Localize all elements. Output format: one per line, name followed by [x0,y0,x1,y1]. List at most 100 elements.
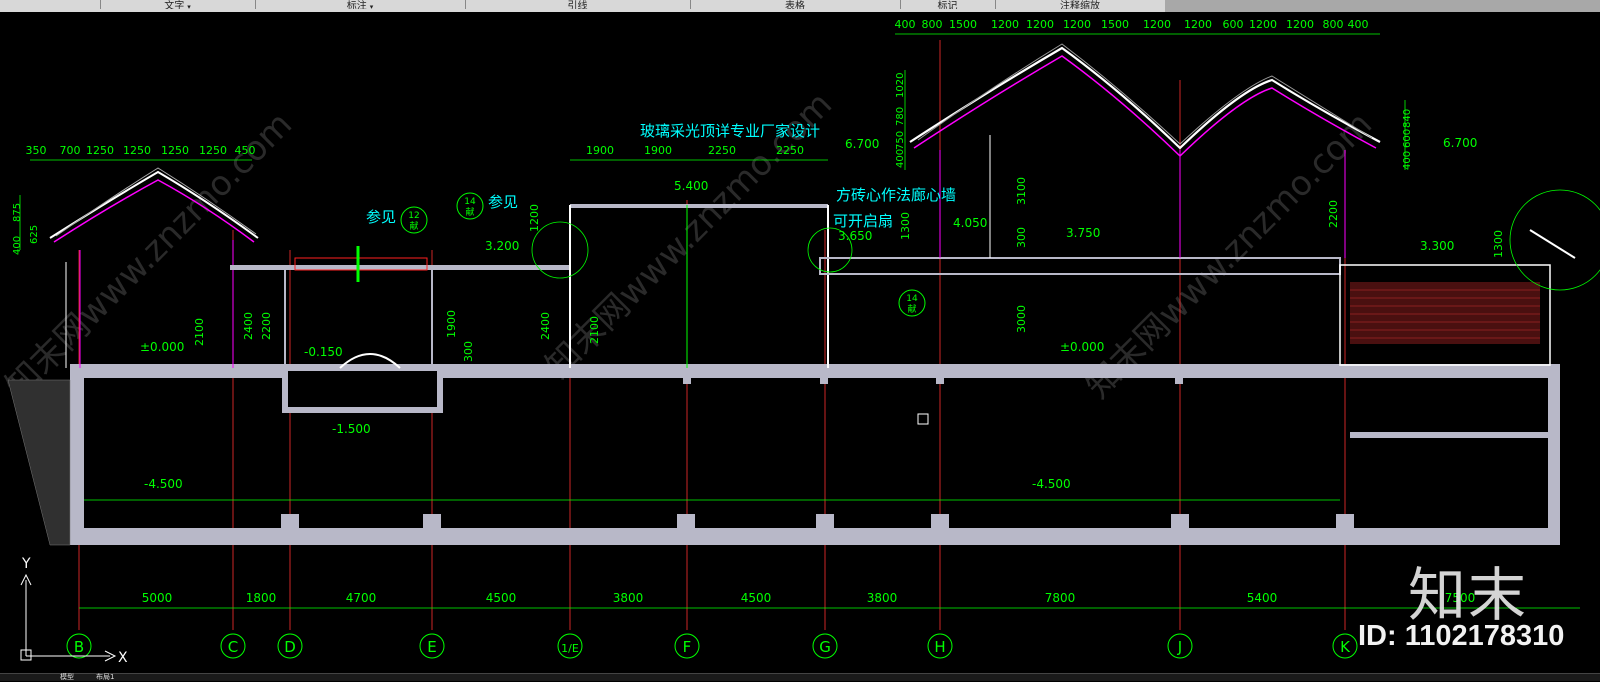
svg-text:14: 14 [464,197,476,207]
svg-text:1200: 1200 [1063,18,1091,31]
svg-text:2400: 2400 [242,312,255,340]
svg-text:700: 700 [60,144,81,157]
svg-text:780: 780 [895,107,906,126]
svg-text:3000: 3000 [1015,305,1028,333]
svg-text:可开启扇: 可开启扇 [833,212,893,230]
grid-bubbles [66,633,1358,659]
detail-circle-right [1509,189,1600,291]
svg-text:参见: 参见 [366,208,396,226]
svg-text:1200: 1200 [1286,18,1314,31]
ribbon-tab-annotation-scale[interactable]: 注释缩放 [995,0,1166,9]
svg-text:400: 400 [1402,151,1413,170]
svg-text:±0.000: ±0.000 [140,340,184,354]
svg-text:B: B [74,638,84,656]
layout-tabs-bar: 模型 布局1 [0,673,1600,681]
svg-text:400: 400 [12,236,23,255]
svg-text:1300: 1300 [899,212,912,240]
drawing-canvas[interactable]: 知末网www.znzmo.com 知末网www.znzmo.com 知末网www… [0,12,1600,674]
ribbon-tab-table[interactable]: 表格 [690,0,901,9]
svg-text:3800: 3800 [867,591,898,605]
svg-text:1020: 1020 [895,73,906,98]
svg-text:300: 300 [1015,227,1028,248]
bottom-dims: 5000 1800 4700 4500 3800 4500 3800 7800 … [142,591,1476,605]
svg-text:400: 400 [1348,18,1369,31]
svg-text:7800: 7800 [1045,591,1076,605]
svg-text:E: E [427,638,436,656]
svg-text:800: 800 [1323,18,1344,31]
svg-text:知末网www.znzmo.com: 知末网www.znzmo.com [1078,104,1380,406]
svg-text:C: C [228,638,238,656]
left-vert-dims: 400 875 625 [12,203,40,255]
svg-text:3100: 3100 [1015,177,1028,205]
basement [70,364,1560,545]
svg-text:1200: 1200 [991,18,1019,31]
svg-text:2250: 2250 [776,144,804,157]
svg-text:2250: 2250 [708,144,736,157]
svg-text:1250: 1250 [199,144,227,157]
ribbon-blank [0,0,101,9]
svg-text:1200: 1200 [1143,18,1171,31]
svg-text:840: 840 [1402,109,1413,128]
svg-text:5000: 5000 [142,591,173,605]
svg-text:750: 750 [895,131,906,150]
svg-text:600: 600 [1402,129,1413,148]
watermark-id: ID: 1102178310 [1358,620,1565,652]
svg-text:献: 献 [465,206,474,218]
svg-text:14: 14 [906,294,918,304]
top-dims-right: 400 800 1500 1200 1200 1200 1500 1200 12… [895,18,1369,31]
svg-text:-4.500: -4.500 [144,477,183,491]
svg-text:Y: Y [21,556,31,572]
svg-text:2100: 2100 [588,316,601,344]
svg-text:J: J [1177,638,1182,656]
soil-hatch [7,379,71,546]
svg-text:X: X [118,650,128,666]
svg-text:1800: 1800 [246,591,277,605]
svg-text:1200: 1200 [1026,18,1054,31]
svg-text:800: 800 [922,18,943,31]
right-canopy [1529,229,1576,259]
svg-text:3.200: 3.200 [485,239,519,253]
svg-text:3.650: 3.650 [838,229,872,243]
cursor-pickbox [917,413,929,425]
section-drawing: 知末网www.znzmo.com 知末网www.znzmo.com 知末网www… [0,18,1600,666]
ribbon-empty-area [1165,0,1600,12]
svg-text:400: 400 [895,18,916,31]
ribbon-tab-dimension[interactable]: 标注 ▾ [255,0,466,9]
svg-text:1200: 1200 [1184,18,1212,31]
ucs-icon [20,573,117,662]
svg-text:方砖心作法廊心墙: 方砖心作法廊心墙 [836,186,956,204]
grid-labels: B C D E 1/E F G H J K [74,638,1351,656]
svg-text:6.700: 6.700 [845,137,879,151]
svg-text:1900: 1900 [445,310,458,338]
svg-text:1/E: 1/E [561,642,579,655]
svg-text:1900: 1900 [586,144,614,157]
ribbon-tab-text[interactable]: 文字 ▾ [100,0,256,9]
svg-text:3.300: 3.300 [1420,239,1454,253]
ribbon-tab-leader[interactable]: 引线 [465,0,691,9]
svg-text:-0.150: -0.150 [304,345,343,359]
svg-text:1500: 1500 [1101,18,1129,31]
svg-text:1250: 1250 [123,144,151,157]
svg-text:玻璃采光顶详专业厂家设计: 玻璃采光顶详专业厂家设计 [640,122,820,140]
svg-text:1900: 1900 [644,144,672,157]
svg-text:±0.000: ±0.000 [1060,340,1104,354]
svg-text:献: 献 [409,220,418,232]
svg-text:2400: 2400 [539,312,552,340]
svg-text:2200: 2200 [260,312,273,340]
svg-text:D: D [284,638,296,656]
ribbon-tab-markup[interactable]: 标记 [900,0,996,9]
svg-text:参见: 参见 [488,193,518,211]
svg-text:5.400: 5.400 [674,179,708,193]
svg-text:2200: 2200 [1327,200,1340,228]
svg-text:-1.500: -1.500 [332,422,371,436]
svg-text:450: 450 [235,144,256,157]
svg-text:300: 300 [462,341,475,362]
svg-text:F: F [683,638,692,656]
svg-text:G: G [819,638,831,656]
svg-text:6.700: 6.700 [1443,136,1477,150]
svg-text:3800: 3800 [613,591,644,605]
svg-text:4500: 4500 [741,591,772,605]
svg-text:-4.500: -4.500 [1032,477,1071,491]
svg-text:12: 12 [408,211,419,221]
svg-text:4.050: 4.050 [953,216,987,230]
